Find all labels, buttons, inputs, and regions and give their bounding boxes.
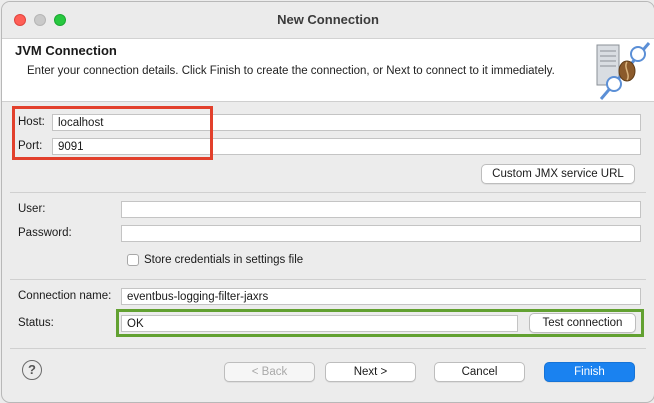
banner-title: JVM Connection: [15, 43, 117, 58]
finish-button[interactable]: Finish: [544, 362, 635, 382]
password-label: Password:: [18, 227, 72, 239]
new-connection-dialog: New Connection JVM Connection Enter your…: [1, 1, 654, 403]
header-banner: JVM Connection Enter your connection det…: [2, 39, 654, 102]
connection-name-label: Connection name:: [18, 290, 112, 302]
connection-name-field[interactable]: [121, 288, 641, 305]
password-field[interactable]: [121, 225, 641, 242]
separator: [10, 348, 646, 349]
next-button[interactable]: Next >: [325, 362, 416, 382]
user-label: User:: [18, 203, 46, 215]
banner-description: Enter your connection details. Click Fin…: [27, 65, 555, 77]
status-label: Status:: [18, 317, 54, 329]
jvm-connection-icon: [596, 42, 651, 100]
store-credentials-label: Store credentials in settings file: [144, 254, 304, 266]
separator: [10, 192, 646, 193]
back-button[interactable]: < Back: [224, 362, 315, 382]
status-highlight: [116, 309, 644, 337]
cancel-button[interactable]: Cancel: [434, 362, 525, 382]
title-bar: New Connection: [2, 2, 654, 39]
store-credentials-checkbox[interactable]: [127, 254, 139, 266]
separator: [10, 279, 646, 280]
custom-jmx-url-button[interactable]: Custom JMX service URL: [481, 164, 635, 184]
host-port-highlight: [12, 106, 213, 160]
window-title: New Connection: [277, 12, 379, 27]
user-field[interactable]: [121, 201, 641, 218]
help-icon[interactable]: ?: [22, 360, 42, 380]
